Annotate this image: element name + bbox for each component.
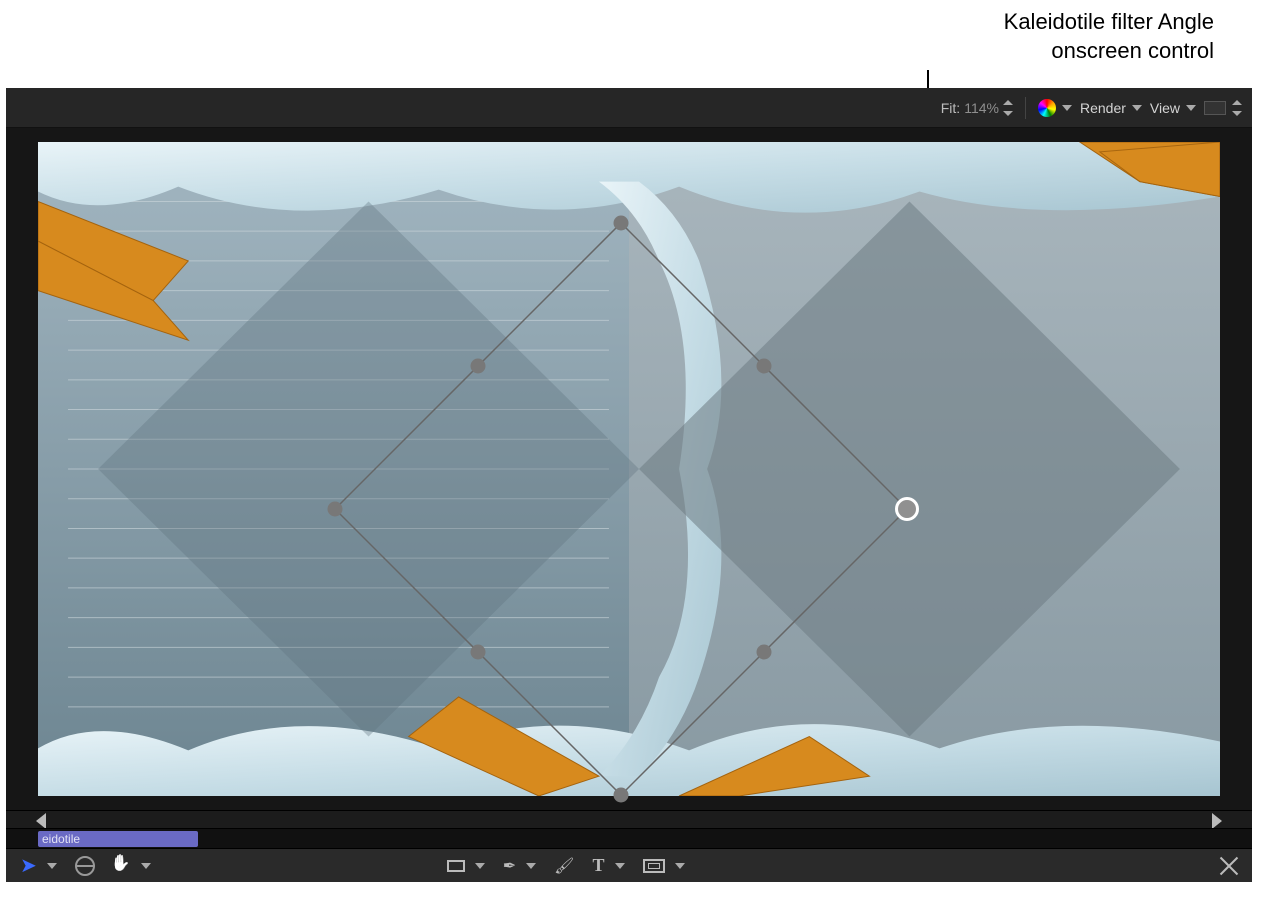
canvas-viewer[interactable] — [6, 128, 1252, 810]
mini-timeline-ruler[interactable] — [6, 810, 1252, 828]
annotation-callout: Kaleidotile filter Angle onscreen contro… — [0, 8, 1214, 65]
filter-clip-kaleidotile[interactable]: eidotile — [38, 831, 198, 847]
view-layout-menu[interactable] — [1204, 100, 1242, 116]
canvas-top-toolbar: Fit: 114% Render View — [6, 88, 1252, 128]
stepper-icon — [1003, 100, 1013, 116]
toolbar-divider — [1025, 97, 1026, 119]
app-window: Fit: 114% Render View — [6, 88, 1252, 882]
bezier-pen-tool[interactable]: ✒ — [503, 856, 516, 876]
stepper-icon — [1232, 100, 1242, 116]
view-label: View — [1150, 100, 1180, 116]
color-channels-menu[interactable] — [1038, 99, 1072, 117]
render-menu[interactable]: Render — [1080, 100, 1142, 116]
canvas-bottom-toolbar: ➤ ✒ 🖌 T — [6, 848, 1252, 882]
chevron-down-icon — [1062, 103, 1072, 113]
chevron-down-icon[interactable] — [675, 861, 685, 871]
text-tool[interactable]: T — [592, 855, 604, 876]
kaleidotile-render — [38, 142, 1220, 796]
fit-label: Fit: — [941, 100, 960, 116]
chevron-down-icon — [1186, 103, 1196, 113]
zoom-fit-control[interactable]: Fit: 114% — [941, 100, 1013, 116]
clip-label: eidotile — [42, 832, 80, 846]
pan-tool[interactable] — [113, 857, 131, 875]
chevron-down-icon — [1132, 103, 1142, 113]
canvas-content — [38, 142, 1220, 796]
layout-swatch-icon — [1204, 101, 1226, 115]
annotation-line2: onscreen control — [1051, 38, 1214, 63]
chevron-down-icon[interactable] — [47, 861, 57, 871]
render-label: Render — [1080, 100, 1126, 116]
out-point-marker[interactable] — [1208, 811, 1222, 829]
select-transform-tool[interactable]: ➤ — [20, 856, 37, 876]
mini-timeline[interactable]: eidotile — [6, 828, 1252, 848]
in-point-marker[interactable] — [36, 811, 50, 829]
shape-tool[interactable] — [447, 860, 465, 872]
mask-tool[interactable] — [643, 859, 665, 873]
3d-transform-tool[interactable] — [75, 856, 95, 876]
fullscreen-toggle[interactable] — [1220, 857, 1238, 875]
chevron-down-icon[interactable] — [141, 861, 151, 871]
chevron-down-icon[interactable] — [526, 861, 536, 871]
paint-stroke-tool[interactable]: 🖌 — [554, 856, 574, 876]
annotation-line1: Kaleidotile filter Angle — [1004, 9, 1214, 34]
view-menu[interactable]: View — [1150, 100, 1196, 116]
color-wheel-icon — [1038, 99, 1056, 117]
chevron-down-icon[interactable] — [615, 861, 625, 871]
chevron-down-icon[interactable] — [475, 861, 485, 871]
fit-value: 114% — [964, 100, 999, 116]
